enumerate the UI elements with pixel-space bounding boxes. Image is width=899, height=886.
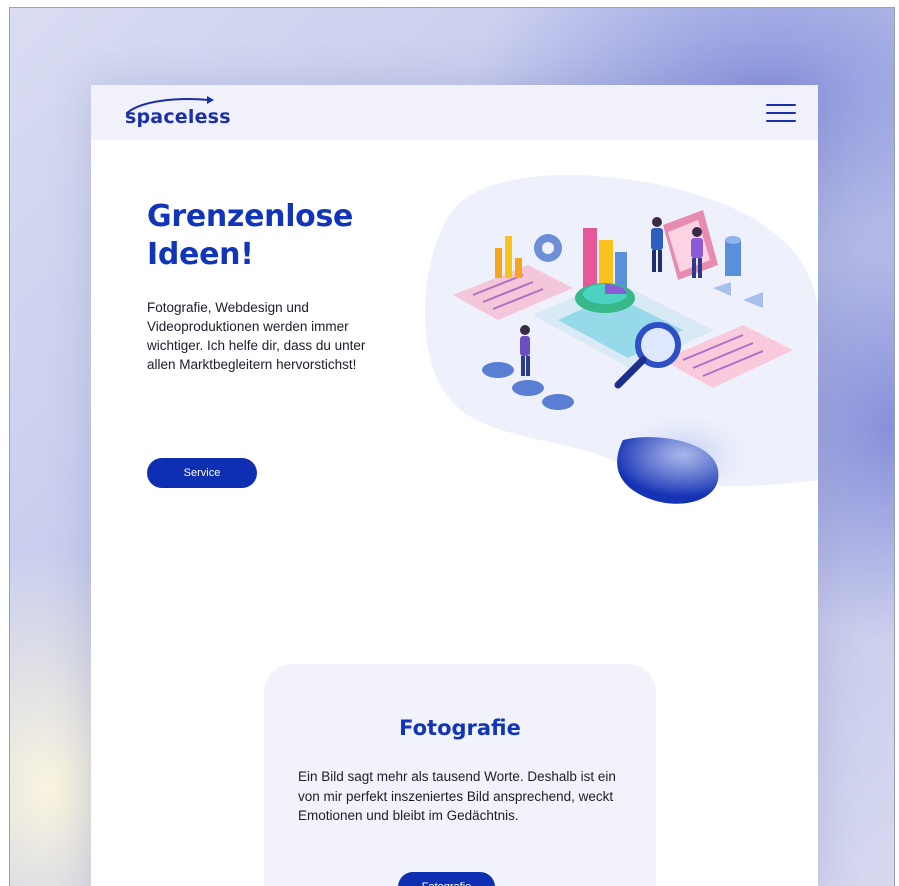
hero-title: Grenzenlose Ideen! xyxy=(147,199,354,272)
card-title: Fotografie xyxy=(399,716,521,740)
service-card-fotografie: Fotografie Ein Bild sagt mehr als tausen… xyxy=(264,664,656,886)
card-description: Ein Bild sagt mehr als tausend Worte. De… xyxy=(298,769,616,823)
menu-line xyxy=(766,119,796,122)
logo[interactable]: spaceless xyxy=(125,93,231,133)
hero-text: Grenzenlose Ideen! Fotografie, Webdesign… xyxy=(147,198,417,374)
hero-section: Grenzenlose Ideen! Fotografie, Webdesign… xyxy=(91,140,818,600)
menu-line xyxy=(766,111,796,114)
menu-line xyxy=(766,103,796,106)
mockup-background: spaceless Grenzenlose Ideen! Fotografie,… xyxy=(9,7,895,886)
hamburger-menu-icon[interactable] xyxy=(766,102,796,124)
isometric-data-analytics-illustration xyxy=(424,175,818,504)
service-button[interactable]: Service xyxy=(147,458,257,488)
fotografie-button[interactable]: Fotografie xyxy=(398,872,495,886)
logo-swoosh-icon xyxy=(126,95,214,114)
website-page: spaceless Grenzenlose Ideen! Fotografie,… xyxy=(91,85,818,886)
hero-description: Fotografie, Webdesign und Videoproduktio… xyxy=(147,300,366,372)
navbar: spaceless xyxy=(91,85,818,140)
